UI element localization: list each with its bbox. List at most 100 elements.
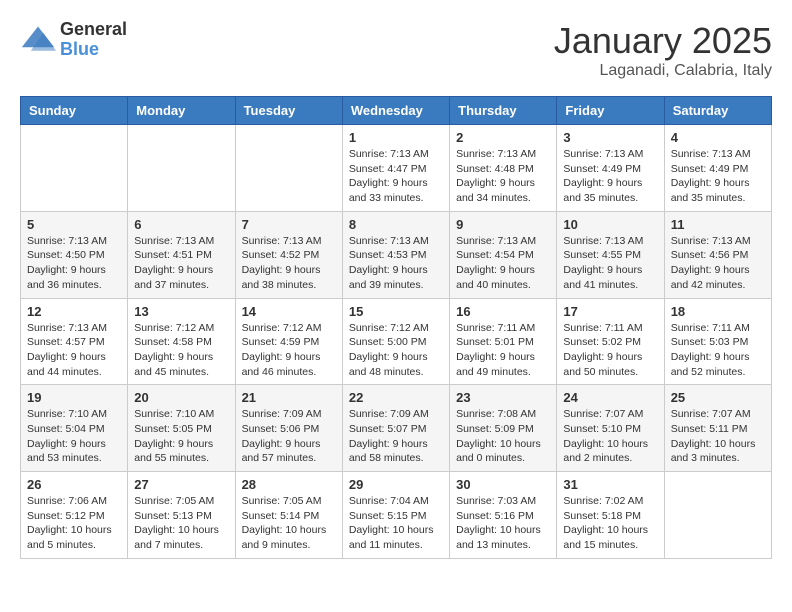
logo-text: General Blue [60, 20, 127, 60]
calendar-cell-w4-d2: 20 Sunrise: 7:10 AM Sunset: 5:05 PM Dayli… [128, 385, 235, 472]
day-number: 8 [349, 217, 443, 232]
day-number: 21 [242, 390, 336, 405]
calendar-cell-w5-d1: 26Sunrise: 7:06 AM Sunset: 5:12 PM Dayli… [21, 472, 128, 559]
weekday-header-row: Sunday Monday Tuesday Wednesday Thursday… [21, 97, 772, 125]
day-number: 14 [242, 304, 336, 319]
calendar-cell-w4-d4: 22 Sunrise: 7:09 AM Sunset: 5:07 PM Dayli… [342, 385, 449, 472]
day-info: Sunrise: 7:04 AM Sunset: 5:15 PM Dayligh… [349, 495, 434, 551]
title-block: January 2025 Laganadi, Calabria, Italy [554, 20, 772, 80]
header-thursday: Thursday [450, 97, 557, 125]
day-info: Sunrise: 7:06 AM Sunset: 5:12 PM Dayligh… [27, 495, 112, 551]
day-info: Sunrise: 7:05 AM Sunset: 5:14 PM Dayligh… [242, 495, 327, 551]
day-info: Sunrise: 7:13 AM Sunset: 4:49 PM Dayligh… [563, 148, 643, 204]
day-info: Sunrise: 7:10 AM Sunset: 5:04 PM Dayligh… [27, 408, 107, 464]
logo-blue: Blue [60, 40, 127, 60]
calendar-cell-w1-d6: 3 Sunrise: 7:13 AM Sunset: 4:49 PM Daylig… [557, 125, 664, 212]
calendar-cell-w1-d2 [128, 125, 235, 212]
day-number: 11 [671, 217, 765, 232]
calendar: Sunday Monday Tuesday Wednesday Thursday… [20, 96, 772, 559]
day-number: 7 [242, 217, 336, 232]
day-number: 18 [671, 304, 765, 319]
day-number: 23 [456, 390, 550, 405]
calendar-cell-w4-d1: 19 Sunrise: 7:10 AM Sunset: 5:04 PM Dayli… [21, 385, 128, 472]
calendar-cell-w1-d3 [235, 125, 342, 212]
header: General Blue January 2025 Laganadi, Cala… [20, 20, 772, 80]
calendar-cell-w2-d2: 6 Sunrise: 7:13 AM Sunset: 4:51 PM Daylig… [128, 211, 235, 298]
header-friday: Friday [557, 97, 664, 125]
calendar-cell-w5-d4: 29 Sunrise: 7:04 AM Sunset: 5:15 PM Dayli… [342, 472, 449, 559]
day-info: Sunrise: 7:09 AM Sunset: 5:07 PM Dayligh… [349, 408, 429, 464]
header-monday: Monday [128, 97, 235, 125]
day-number: 29 [349, 477, 443, 492]
day-info: Sunrise: 7:07 AM Sunset: 5:11 PM Dayligh… [671, 408, 756, 464]
day-info: Sunrise: 7:13 AM Sunset: 4:56 PM Dayligh… [671, 235, 751, 291]
logo-icon [20, 22, 56, 58]
day-info: Sunrise: 7:10 AM Sunset: 5:05 PM Dayligh… [134, 408, 214, 464]
day-info: Sunrise: 7:13 AM Sunset: 4:50 PM Dayligh… [27, 235, 107, 291]
day-number: 15 [349, 304, 443, 319]
day-number: 31 [563, 477, 657, 492]
day-number: 25 [671, 390, 765, 405]
day-info: Sunrise: 7:05 AM Sunset: 5:13 PM Dayligh… [134, 495, 219, 551]
calendar-cell-w1-d4: 1Sunrise: 7:13 AM Sunset: 4:47 PM Daylig… [342, 125, 449, 212]
day-info: Sunrise: 7:03 AM Sunset: 5:16 PM Dayligh… [456, 495, 541, 551]
header-saturday: Saturday [664, 97, 771, 125]
calendar-cell-w5-d3: 28 Sunrise: 7:05 AM Sunset: 5:14 PM Dayli… [235, 472, 342, 559]
day-info: Sunrise: 7:13 AM Sunset: 4:55 PM Dayligh… [563, 235, 643, 291]
day-info: Sunrise: 7:02 AM Sunset: 5:18 PM Dayligh… [563, 495, 648, 551]
calendar-cell-w1-d1 [21, 125, 128, 212]
day-number: 30 [456, 477, 550, 492]
day-number: 12 [27, 304, 121, 319]
calendar-body: 1Sunrise: 7:13 AM Sunset: 4:47 PM Daylig… [21, 125, 772, 559]
day-number: 5 [27, 217, 121, 232]
calendar-cell-w4-d7: 25 Sunrise: 7:07 AM Sunset: 5:11 PM Dayli… [664, 385, 771, 472]
day-number: 20 [134, 390, 228, 405]
page: General Blue January 2025 Laganadi, Cala… [0, 0, 792, 579]
day-number: 17 [563, 304, 657, 319]
day-number: 9 [456, 217, 550, 232]
header-wednesday: Wednesday [342, 97, 449, 125]
logo-general: General [60, 20, 127, 40]
day-number: 3 [563, 130, 657, 145]
week-row-5: 26Sunrise: 7:06 AM Sunset: 5:12 PM Dayli… [21, 472, 772, 559]
day-info: Sunrise: 7:13 AM Sunset: 4:51 PM Dayligh… [134, 235, 214, 291]
day-info: Sunrise: 7:09 AM Sunset: 5:06 PM Dayligh… [242, 408, 322, 464]
logo: General Blue [20, 20, 127, 60]
calendar-cell-w2-d1: 5 Sunrise: 7:13 AM Sunset: 4:50 PM Daylig… [21, 211, 128, 298]
day-number: 28 [242, 477, 336, 492]
day-info: Sunrise: 7:13 AM Sunset: 4:52 PM Dayligh… [242, 235, 322, 291]
day-info: Sunrise: 7:13 AM Sunset: 4:47 PM Dayligh… [349, 148, 429, 204]
day-info: Sunrise: 7:11 AM Sunset: 5:01 PM Dayligh… [456, 322, 535, 378]
day-number: 10 [563, 217, 657, 232]
header-sunday: Sunday [21, 97, 128, 125]
calendar-cell-w3-d7: 18Sunrise: 7:11 AM Sunset: 5:03 PM Dayli… [664, 298, 771, 385]
calendar-cell-w3-d4: 15Sunrise: 7:12 AM Sunset: 5:00 PM Dayli… [342, 298, 449, 385]
day-number: 22 [349, 390, 443, 405]
day-number: 6 [134, 217, 228, 232]
day-info: Sunrise: 7:12 AM Sunset: 4:59 PM Dayligh… [242, 322, 322, 378]
day-number: 19 [27, 390, 121, 405]
month-title: January 2025 [554, 20, 772, 62]
day-info: Sunrise: 7:07 AM Sunset: 5:10 PM Dayligh… [563, 408, 648, 464]
calendar-cell-w5-d7 [664, 472, 771, 559]
calendar-cell-w3-d6: 17Sunrise: 7:11 AM Sunset: 5:02 PM Dayli… [557, 298, 664, 385]
calendar-cell-w2-d7: 11 Sunrise: 7:13 AM Sunset: 4:56 PM Dayli… [664, 211, 771, 298]
week-row-1: 1Sunrise: 7:13 AM Sunset: 4:47 PM Daylig… [21, 125, 772, 212]
calendar-cell-w4-d5: 23Sunrise: 7:08 AM Sunset: 5:09 PM Dayli… [450, 385, 557, 472]
calendar-cell-w1-d7: 4Sunrise: 7:13 AM Sunset: 4:49 PM Daylig… [664, 125, 771, 212]
calendar-cell-w2-d4: 8Sunrise: 7:13 AM Sunset: 4:53 PM Daylig… [342, 211, 449, 298]
calendar-cell-w4-d6: 24 Sunrise: 7:07 AM Sunset: 5:10 PM Dayli… [557, 385, 664, 472]
day-info: Sunrise: 7:13 AM Sunset: 4:54 PM Dayligh… [456, 235, 536, 291]
calendar-cell-w3-d2: 13Sunrise: 7:12 AM Sunset: 4:58 PM Dayli… [128, 298, 235, 385]
day-number: 24 [563, 390, 657, 405]
week-row-2: 5 Sunrise: 7:13 AM Sunset: 4:50 PM Daylig… [21, 211, 772, 298]
day-number: 2 [456, 130, 550, 145]
calendar-cell-w5-d2: 27Sunrise: 7:05 AM Sunset: 5:13 PM Dayli… [128, 472, 235, 559]
day-info: Sunrise: 7:13 AM Sunset: 4:49 PM Dayligh… [671, 148, 751, 204]
day-number: 13 [134, 304, 228, 319]
calendar-cell-w2-d3: 7 Sunrise: 7:13 AM Sunset: 4:52 PM Daylig… [235, 211, 342, 298]
calendar-cell-w1-d5: 2Sunrise: 7:13 AM Sunset: 4:48 PM Daylig… [450, 125, 557, 212]
location: Laganadi, Calabria, Italy [554, 62, 772, 80]
calendar-cell-w3-d1: 12Sunrise: 7:13 AM Sunset: 4:57 PM Dayli… [21, 298, 128, 385]
calendar-cell-w4-d3: 21 Sunrise: 7:09 AM Sunset: 5:06 PM Dayli… [235, 385, 342, 472]
